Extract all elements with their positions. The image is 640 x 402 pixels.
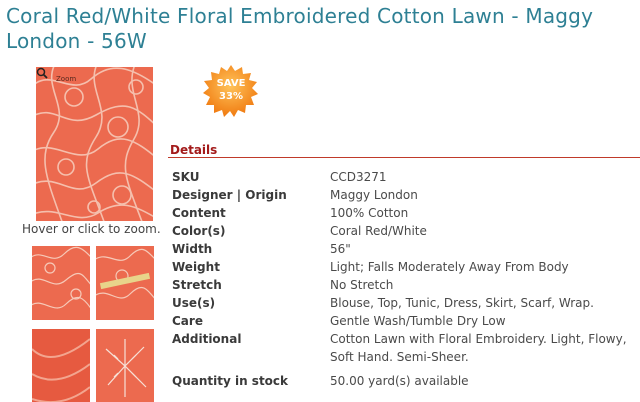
spec-value: 56" — [330, 242, 351, 256]
details-divider — [168, 157, 640, 158]
thumbnail-pattern — [105, 339, 147, 397]
thumbnail-pattern — [32, 246, 90, 309]
magnifier-icon — [36, 67, 48, 79]
spec-value: Blouse, Top, Tunic, Dress, Skirt, Scarf,… — [330, 296, 594, 310]
details-heading: Details — [170, 143, 218, 157]
spec-row-quantity: Quantity in stock 50.00 yard(s) availabl… — [172, 372, 640, 390]
spec-label: Weight — [172, 260, 220, 274]
spec-value: Cotton Lawn with Floral Embroidery. Ligh… — [330, 332, 627, 364]
spec-label: Care — [172, 314, 203, 328]
spec-row-additional: Additional Cotton Lawn with Floral Embro… — [172, 330, 640, 366]
save-percent: 33% — [219, 91, 243, 102]
zoom-label: Zoom — [56, 75, 77, 83]
spec-row-care: Care Gentle Wash/Tumble Dry Low — [172, 312, 640, 330]
product-title: Coral Red/White Floral Embroidered Cotto… — [6, 4, 594, 53]
thumbnail-4[interactable] — [96, 329, 154, 402]
spec-label: Designer | Origin — [172, 188, 287, 202]
spec-row-colors: Color(s) Coral Red/White — [172, 222, 640, 240]
spec-row-content: Content 100% Cotton — [172, 204, 640, 222]
thumbnail-pattern — [96, 248, 154, 299]
thumbnail-3[interactable] — [32, 329, 90, 402]
spec-row-sku: SKU CCD3271 — [172, 168, 640, 186]
spec-label: SKU — [172, 170, 200, 184]
spec-label: Content — [172, 206, 226, 220]
spec-label: Color(s) — [172, 224, 226, 238]
main-product-image[interactable]: Zoom — [36, 67, 153, 221]
spec-row-uses: Use(s) Blouse, Top, Tunic, Dress, Skirt,… — [172, 294, 640, 312]
spec-value: 100% Cotton — [330, 206, 409, 220]
spec-label: Stretch — [172, 278, 222, 292]
save-badge: SAVE 33% — [201, 64, 261, 118]
spec-label: Quantity in stock — [172, 374, 289, 388]
spec-table: SKU CCD3271 Designer | Origin Maggy Lond… — [172, 168, 640, 390]
spec-value: Maggy London — [330, 188, 418, 202]
save-label: SAVE — [216, 78, 246, 89]
spec-label: Use(s) — [172, 296, 216, 310]
thumbnail-1[interactable] — [32, 246, 90, 320]
spec-label: Width — [172, 242, 213, 256]
thumbnail-pattern — [32, 329, 90, 402]
spec-value: 50.00 yard(s) available — [330, 374, 469, 388]
thumbnail-2[interactable] — [96, 246, 154, 320]
spec-label: Additional — [172, 332, 242, 346]
spec-value: No Stretch — [330, 278, 394, 292]
spec-value: Light; Falls Moderately Away From Body — [330, 260, 569, 274]
spec-row-stretch: Stretch No Stretch — [172, 276, 640, 294]
spec-row-designer: Designer | Origin Maggy London — [172, 186, 640, 204]
spec-row-width: Width 56" — [172, 240, 640, 258]
zoom-hint: Hover or click to zoom. — [22, 222, 161, 236]
spec-value: Coral Red/White — [330, 224, 427, 238]
spec-value: Gentle Wash/Tumble Dry Low — [330, 314, 506, 328]
fabric-pattern — [36, 67, 153, 221]
spec-value: CCD3271 — [330, 170, 387, 184]
spec-row-weight: Weight Light; Falls Moderately Away From… — [172, 258, 640, 276]
